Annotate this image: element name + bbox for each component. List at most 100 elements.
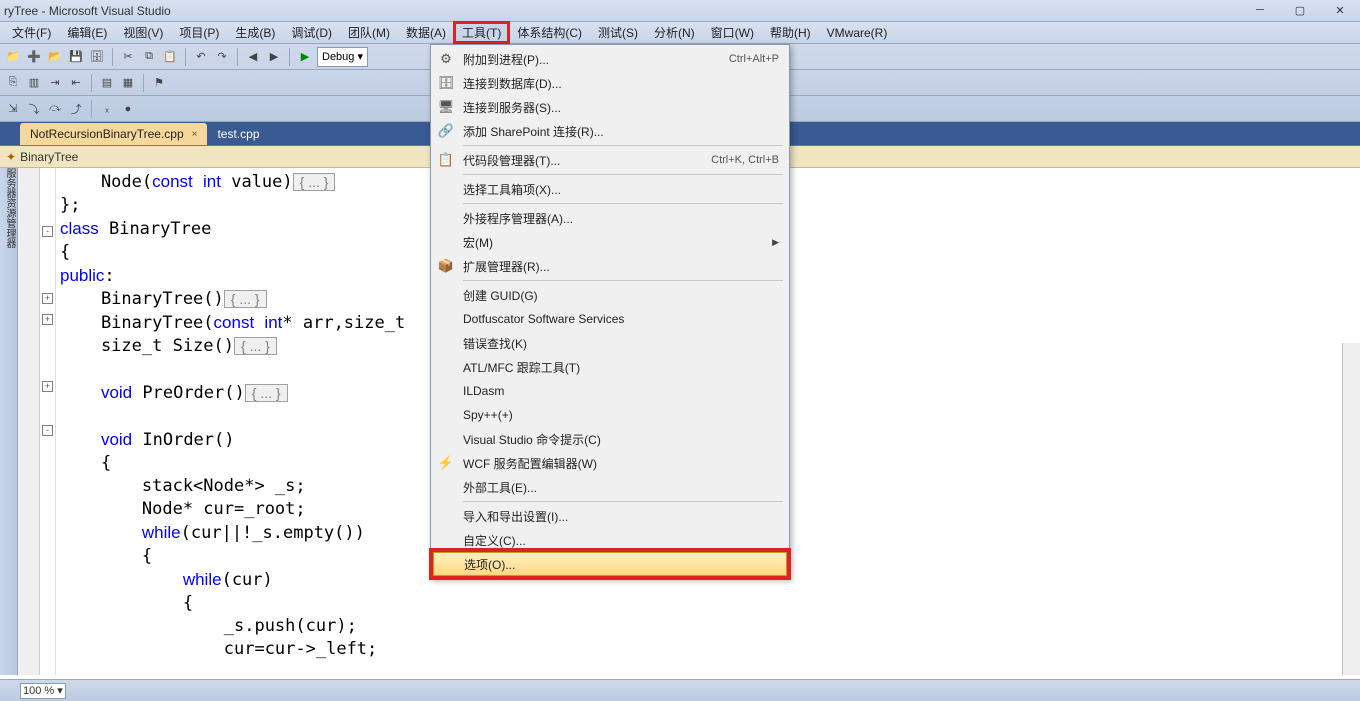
nav-back-icon[interactable]: ◀ [244, 48, 262, 66]
menu-item-label: 附加到进程(P)... [459, 51, 729, 68]
menu-item-icon: ⚡ [433, 455, 459, 471]
vertical-scrollbar[interactable] [1342, 343, 1360, 675]
minimize-button[interactable]: ─ [1240, 0, 1280, 20]
menu-item[interactable]: 生成(B) [227, 22, 283, 43]
menu-separator [463, 203, 783, 204]
hex-icon[interactable]: ₓ [98, 100, 116, 118]
maximize-button[interactable]: ▢ [1280, 0, 1320, 20]
menu-item-label: 自定义(C)... [459, 532, 779, 549]
fold-toggle-icon[interactable]: - [42, 425, 53, 436]
step-over-icon[interactable]: ⤼ [46, 100, 64, 118]
save-icon[interactable]: 💾 [67, 48, 85, 66]
menu-item[interactable]: 窗口(W) [703, 22, 762, 43]
indent-icon[interactable]: ⇥ [46, 74, 64, 92]
uncomment-icon[interactable]: ▦ [119, 74, 137, 92]
dropdown-item[interactable]: 🗄连接到数据库(D)... [433, 71, 787, 95]
menu-item[interactable]: 编辑(E) [59, 22, 115, 43]
menu-item[interactable]: 文件(F) [4, 22, 59, 43]
titlebar: ryTree - Microsoft Visual Studio [0, 0, 1360, 22]
menu-item-icon: 🖥 [433, 99, 459, 115]
separator [237, 48, 238, 66]
window-controls: ─ ▢ ✕ [1240, 0, 1360, 20]
fold-toggle-icon[interactable]: + [42, 381, 53, 392]
copy-icon[interactable]: ⧉ [140, 48, 158, 66]
menu-item[interactable]: 测试(S) [590, 22, 646, 43]
dropdown-item[interactable]: 宏(M)▶ [433, 230, 787, 254]
menu-item[interactable]: 数据(A) [398, 22, 454, 43]
dropdown-item[interactable]: Visual Studio 命令提示(C) [433, 427, 787, 451]
menu-item-label: 创建 GUID(G) [459, 287, 779, 304]
dropdown-item[interactable]: 选项(O)... [433, 552, 787, 576]
build-icon[interactable]: ⎘ [4, 74, 22, 92]
dropdown-item[interactable]: ILDasm [433, 379, 787, 403]
menu-item-label: 外部工具(E)... [459, 479, 779, 496]
sidebar-tool-panel[interactable]: 服务器资源管理器 [0, 168, 18, 675]
save-all-icon[interactable]: 🗄 [88, 48, 106, 66]
dropdown-item[interactable]: 创建 GUID(G) [433, 283, 787, 307]
menu-item[interactable]: 调试(D) [283, 22, 340, 43]
add-item-icon[interactable]: ➕ [25, 48, 43, 66]
menu-item[interactable]: 体系结构(C) [509, 22, 590, 43]
dropdown-item[interactable]: 错误查找(K) [433, 331, 787, 355]
dropdown-item[interactable]: 自定义(C)... [433, 528, 787, 552]
new-project-icon[interactable]: 📁 [4, 48, 22, 66]
close-button[interactable]: ✕ [1320, 0, 1360, 20]
menu-item[interactable]: 工具(T) [454, 22, 509, 43]
cut-icon[interactable]: ✂ [119, 48, 137, 66]
menu-item-label: 导入和导出设置(I)... [459, 508, 779, 525]
menu-item[interactable]: 团队(M) [340, 22, 398, 43]
dropdown-item[interactable]: Spy++(+) [433, 403, 787, 427]
menu-shortcut: Ctrl+Alt+P [729, 53, 779, 65]
menu-item[interactable]: 帮助(H) [762, 22, 819, 43]
fold-toggle-icon[interactable]: + [42, 314, 53, 325]
menu-item-label: 错误查找(K) [459, 335, 779, 352]
menu-item[interactable]: VMware(R) [819, 22, 896, 43]
undo-icon[interactable]: ↶ [192, 48, 210, 66]
close-tab-icon[interactable]: × [192, 129, 198, 140]
dropdown-item[interactable]: ⚙附加到进程(P)...Ctrl+Alt+P [433, 47, 787, 71]
dropdown-item[interactable]: 🔗添加 SharePoint 连接(R)... [433, 119, 787, 143]
window-icon[interactable]: ▥ [25, 74, 43, 92]
nav-fwd-icon[interactable]: ▶ [265, 48, 283, 66]
menu-shortcut: Ctrl+K, Ctrl+B [711, 154, 779, 166]
menu-item-icon: ⚙ [433, 51, 459, 67]
title-text: ryTree - Microsoft Visual Studio [4, 4, 171, 18]
file-tab[interactable]: NotRecursionBinaryTree.cpp× [20, 123, 207, 145]
zoom-combo[interactable]: 100 % ▾ [20, 683, 66, 699]
dropdown-item[interactable]: 导入和导出设置(I)... [433, 504, 787, 528]
dropdown-item[interactable]: 🖥连接到服务器(S)... [433, 95, 787, 119]
menubar: 文件(F)编辑(E)视图(V)项目(P)生成(B)调试(D)团队(M)数据(A)… [0, 22, 1360, 44]
play-icon[interactable]: ▶ [296, 48, 314, 66]
dropdown-item[interactable]: ⚡WCF 服务配置编辑器(W) [433, 451, 787, 475]
dropdown-item[interactable]: 选择工具箱项(X)... [433, 177, 787, 201]
comment-icon[interactable]: ▤ [98, 74, 116, 92]
menu-separator [463, 174, 783, 175]
file-tab[interactable]: test.cpp [207, 123, 269, 145]
dropdown-item[interactable]: Dotfuscator Software Services [433, 307, 787, 331]
redo-icon[interactable]: ↷ [213, 48, 231, 66]
outdent-icon[interactable]: ⇤ [67, 74, 85, 92]
open-icon[interactable]: 📂 [46, 48, 64, 66]
dropdown-item[interactable]: 外部工具(E)... [433, 475, 787, 499]
menu-item[interactable]: 项目(P) [171, 22, 227, 43]
menu-item[interactable]: 视图(V) [115, 22, 171, 43]
dropdown-item[interactable]: 外接程序管理器(A)... [433, 206, 787, 230]
config-combo[interactable]: Debug ▾ [317, 47, 368, 67]
separator [91, 100, 92, 118]
dropdown-item[interactable]: 📋代码段管理器(T)...Ctrl+K, Ctrl+B [433, 148, 787, 172]
step-out-icon[interactable]: ⤴ [67, 100, 85, 118]
menu-separator [463, 280, 783, 281]
dropdown-item[interactable]: 📦扩展管理器(R)... [433, 254, 787, 278]
breakpoint-icon[interactable]: ● [119, 100, 137, 118]
separator [185, 48, 186, 66]
paste-icon[interactable]: 📋 [161, 48, 179, 66]
bookmark-icon[interactable]: ⚑ [150, 74, 168, 92]
fold-toggle-icon[interactable]: - [42, 226, 53, 237]
outline-column[interactable]: - + + + - [40, 168, 56, 675]
menu-item[interactable]: 分析(N) [646, 22, 703, 43]
fold-toggle-icon[interactable]: + [42, 293, 53, 304]
menu-item-label: 代码段管理器(T)... [459, 152, 711, 169]
step-icon[interactable]: ⇲ [4, 100, 22, 118]
dropdown-item[interactable]: ATL/MFC 跟踪工具(T) [433, 355, 787, 379]
step-into-icon[interactable]: ⤵ [25, 100, 43, 118]
